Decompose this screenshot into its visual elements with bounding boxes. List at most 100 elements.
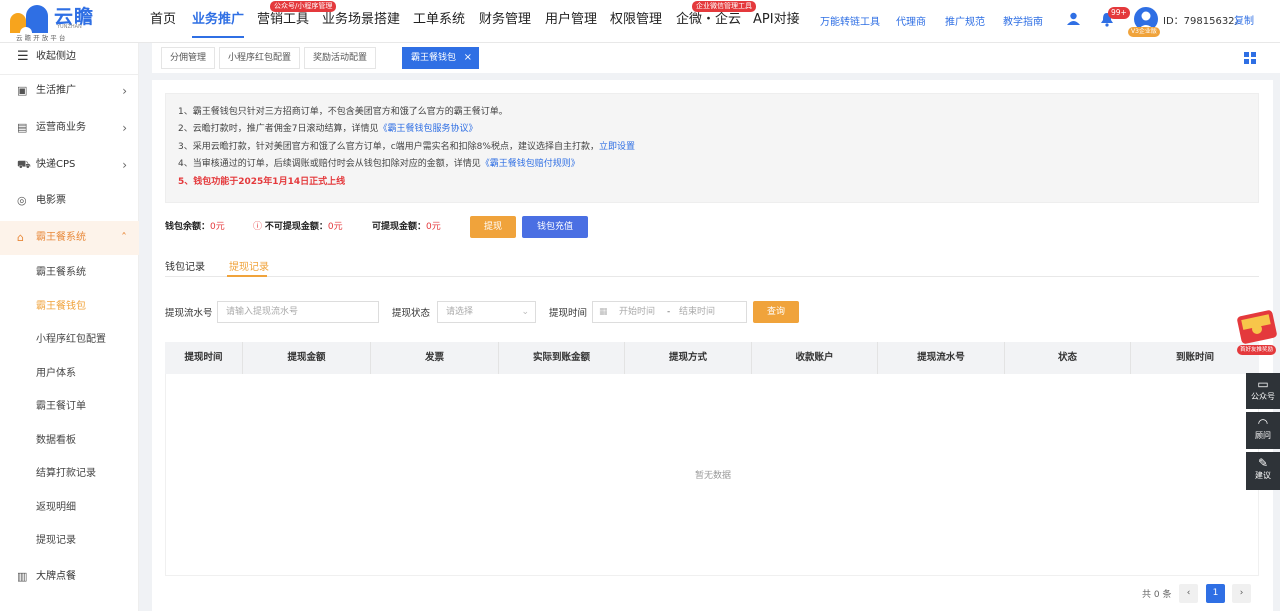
wallet-balance-value: 0元 xyxy=(210,222,225,232)
sidebar-item-label: 大牌点餐 xyxy=(36,571,76,582)
sidebar-sub-settlement[interactable]: 结算打款记录 xyxy=(0,457,139,491)
chevron-down-icon: ⌄ xyxy=(521,307,529,317)
wallet-frozen-label: 不可提现金额： xyxy=(264,222,328,232)
logo[interactable]: 云瞻 YUNZHAN 云 瞻 开 放 平 台 xyxy=(10,2,130,42)
sidebar-sub-label: 提现记录 xyxy=(36,535,76,546)
sidebar-sub-orders[interactable]: 霸王餐订单 xyxy=(0,390,139,424)
empty-state: 暂无数据 xyxy=(694,471,731,481)
service-agreement-link[interactable]: 《霸王餐钱包服务协议》 xyxy=(378,124,477,134)
nav-finance[interactable]: 财务管理 xyxy=(479,0,531,40)
sidebar-item-brand-ordering[interactable]: ▥ 大牌点餐 xyxy=(0,560,139,594)
float-official-account[interactable]: ▭ 公众号 xyxy=(1246,373,1280,409)
user-group-icon[interactable] xyxy=(1066,11,1081,26)
link-agent[interactable]: 代理商 xyxy=(896,13,926,28)
col-withdraw-amount: 提现金额 xyxy=(243,342,371,374)
link-universal-converter[interactable]: 万能转链工具 xyxy=(820,13,880,28)
compensation-rules-link[interactable]: 《霸王餐钱包赔付规则》 xyxy=(481,159,580,169)
help-circle-icon[interactable]: ⓘ xyxy=(253,222,265,232)
sidebar-sub-bawang-wallet[interactable]: 霸王餐钱包 xyxy=(0,290,139,324)
filter-time-label: 提现时间 xyxy=(549,308,588,319)
end-time-input[interactable]: 结束时间 xyxy=(679,302,715,322)
float-suggestion[interactable]: ✎ 建议 xyxy=(1246,452,1280,490)
notice-text: 3、采用云瞻打款，针对美团官方和饿了么官方订单，c端用户需实名和扣除8%税点，建… xyxy=(178,141,599,152)
tab-mini-redpacket[interactable]: 小程序红包配置 xyxy=(219,47,301,69)
link-promotion-rules[interactable]: 推广规范 xyxy=(945,13,985,28)
recharge-button[interactable]: 钱包充值 xyxy=(522,216,588,238)
col-withdraw-time: 提现时间 xyxy=(165,342,243,374)
store-icon: ▣ xyxy=(17,84,28,97)
sidebar-collapse-label: 收起侧边 xyxy=(36,51,76,62)
sidebar-sub-label: 用户体系 xyxy=(36,368,76,379)
sidebar-sub-mini-redpacket[interactable]: 小程序红包配置 xyxy=(0,323,139,357)
sidebar-item-movie[interactable]: ◎ 电影票 xyxy=(0,184,139,218)
link-tutorial[interactable]: 教学指南 xyxy=(1003,13,1043,28)
col-invoice: 发票 xyxy=(371,342,499,374)
sidebar-item-bawang-system[interactable]: ⌂ 霸王餐系统 ˆ xyxy=(0,221,139,255)
notice-line-4: 4、当审核通过的订单，后续调账或赔付时会从钱包扣除对应的金额，详情见《霸王餐钱包… xyxy=(178,156,1246,173)
status-select-placeholder: 请选择 xyxy=(446,307,474,317)
subtab-withdraw-records[interactable]: 提现记录 xyxy=(229,258,269,273)
sidebar-item-carrier[interactable]: ▤ 运营商业务 › xyxy=(0,111,139,145)
sidebar-sub-label: 返现明细 xyxy=(36,502,76,513)
promo-widget[interactable]: 首好友推奖励 xyxy=(1233,307,1280,355)
status-select[interactable]: 请选择 ⌄ xyxy=(437,301,536,323)
wallet-available-label: 可提现金额： xyxy=(372,222,427,232)
sidebar-sub-bawang-system[interactable]: 霸王餐系统 xyxy=(0,256,139,290)
nav-home[interactable]: 首页 xyxy=(150,0,176,40)
wallet-frozen: ⓘ 不可提现金额：0元 xyxy=(253,219,343,232)
table-body: 暂无数据 xyxy=(165,374,1259,576)
nav-ticket-system[interactable]: 工单系统 xyxy=(413,0,465,40)
tab-reward-activity[interactable]: 奖励活动配置 xyxy=(304,47,377,69)
notice-box: 1、霸王餐钱包只针对三方招商订单，不包含美团官方和饿了么官方的霸王餐订单。 2、… xyxy=(165,93,1259,203)
notice-line-2: 2、云瞻打款时，推广者佣金7日滚动结算，详情见《霸王餐钱包服务协议》 xyxy=(178,121,1246,138)
sidebar-sub-cashback[interactable]: 返现明细 xyxy=(0,491,139,525)
gift-envelope-icon xyxy=(1237,310,1277,344)
subtab-active-indicator xyxy=(227,275,267,277)
float-consultant[interactable]: ◠ 顾问 xyxy=(1246,412,1280,449)
serial-input[interactable]: 请输入提现流水号 xyxy=(217,301,379,323)
nav-permissions[interactable]: 权限管理 xyxy=(610,0,662,40)
sidebar-sub-label: 结算打款记录 xyxy=(36,468,96,479)
filter-status-label: 提现状态 xyxy=(392,308,431,319)
float-label: 公众号 xyxy=(1251,392,1275,401)
truck-icon: ⛟ xyxy=(17,158,31,171)
set-now-link[interactable]: 立即设置 xyxy=(599,142,635,152)
pagination-total: 共 0 条 xyxy=(1142,590,1172,600)
pagination-prev[interactable]: ‹ xyxy=(1179,584,1198,603)
sidebar-item-life-promotion[interactable]: ▣ 生活推广 › xyxy=(0,74,139,108)
subtab-wallet-records[interactable]: 钱包记录 xyxy=(165,258,205,273)
notification-count: 99+ xyxy=(1108,7,1130,19)
sidebar-item-express-cps[interactable]: ⛟ 快递CPS › xyxy=(0,148,139,182)
logo-en: YUNZHAN xyxy=(57,24,82,30)
grid-view-icon[interactable] xyxy=(1244,52,1257,65)
withdraw-button[interactable]: 提现 xyxy=(470,216,516,238)
wallet-balance: 钱包余额：0元 xyxy=(165,219,225,232)
nav-users[interactable]: 用户管理 xyxy=(545,0,597,40)
sidebar-sub-withdraw-records[interactable]: 提现记录 xyxy=(0,524,139,558)
close-icon[interactable]: × xyxy=(464,48,472,68)
float-label: 建议 xyxy=(1255,471,1271,480)
col-actual-amount: 实际到账金额 xyxy=(499,342,625,374)
sidebar-sub-dashboard[interactable]: 数据看板 xyxy=(0,424,139,458)
tab-commission[interactable]: 分佣管理 xyxy=(161,47,216,69)
user-edition-tag: V3企业版 xyxy=(1128,27,1160,37)
sidebar-collapse[interactable]: ☰ 收起侧边 xyxy=(0,40,139,74)
sidebar-item-label: 快递CPS xyxy=(36,159,76,170)
start-time-input[interactable]: 开始时间 xyxy=(619,302,655,322)
copy-id-link[interactable]: 复制 xyxy=(1234,12,1254,27)
edit-icon: ✎ xyxy=(1257,456,1269,470)
sidebar-sub-label: 小程序红包配置 xyxy=(36,334,106,345)
pagination-page[interactable]: 1 xyxy=(1206,584,1225,603)
nav-business-promotion[interactable]: 业务推广 xyxy=(192,0,245,40)
query-button[interactable]: 查询 xyxy=(753,301,799,323)
float-label: 顾问 xyxy=(1255,431,1271,440)
hat-icon: ⌂ xyxy=(17,231,24,244)
tab-bawang-wallet[interactable]: 霸王餐钱包 × xyxy=(402,47,480,69)
user-id: ID：79815632, xyxy=(1163,16,1238,27)
nav-api[interactable]: API对接 xyxy=(753,0,800,40)
pagination-next[interactable]: › xyxy=(1232,584,1251,603)
chevron-up-icon: ˆ xyxy=(121,231,127,245)
date-range-picker[interactable]: ▦ 开始时间 - 结束时间 xyxy=(592,301,747,323)
nav-scenario-builder[interactable]: 业务场景搭建 xyxy=(322,0,400,40)
sidebar-sub-user-system[interactable]: 用户体系 xyxy=(0,357,139,391)
